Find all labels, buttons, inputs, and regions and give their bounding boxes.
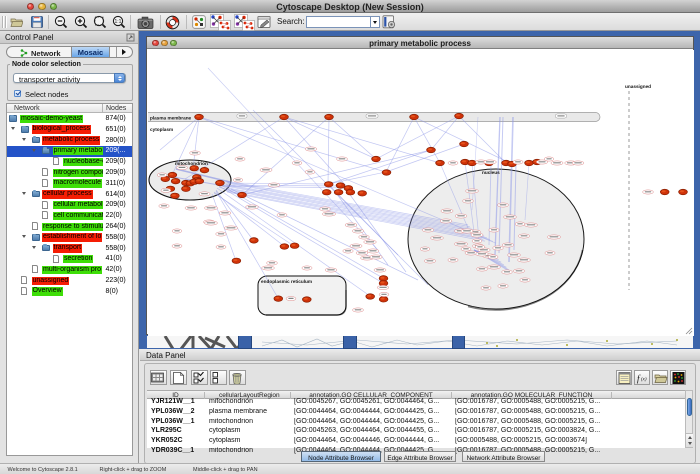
svg-text:mitochondrion: mitochondrion	[175, 161, 208, 166]
svg-text:(x): (x)	[641, 378, 647, 383]
svg-text:endoplasmic reticulum: endoplasmic reticulum	[261, 279, 312, 284]
svg-text:1:1: 1:1	[115, 19, 122, 25]
svg-text:cytoplasm: cytoplasm	[150, 127, 173, 132]
svg-text:plasma membrane: plasma membrane	[150, 116, 192, 121]
svg-text:unassigned: unassigned	[625, 84, 651, 89]
svg-text:nucleus: nucleus	[482, 170, 500, 175]
